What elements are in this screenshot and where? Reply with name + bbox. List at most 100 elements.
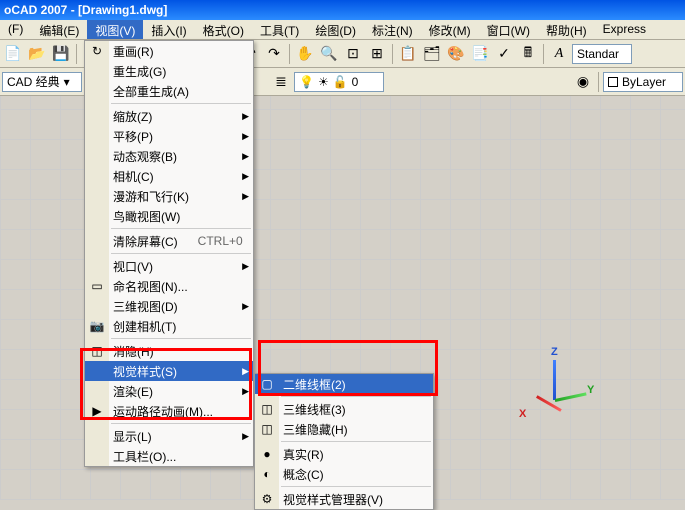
view-menu-item-13[interactable]: 视口(V) ▶ — [85, 256, 253, 276]
menu-N[interactable]: 标注(N) — [364, 20, 421, 39]
view-menu-label-4: 缩放(Z) — [113, 108, 152, 125]
view-menu-item-7[interactable]: 相机(C) ▶ — [85, 166, 253, 186]
view-menu-label-24: 工具栏(O)... — [113, 448, 176, 465]
calc-icon[interactable]: 🖩 — [517, 43, 539, 65]
zoom-prev-icon[interactable]: ⊞ — [366, 43, 388, 65]
view-menu-label-0: 重画(R) — [113, 43, 154, 60]
vstyle-menu-item-2[interactable]: ◫三维线框(3) — [255, 399, 433, 419]
ucs-y-label: Y — [587, 384, 594, 396]
view-menu-sep — [111, 338, 251, 339]
view-menu-label-13: 视口(V) — [113, 258, 153, 275]
vstyle-menu-sep — [281, 441, 431, 442]
vstyle-menu-icon-2: ◫ — [258, 402, 276, 416]
view-menu-item-4[interactable]: 缩放(Z) ▶ — [85, 106, 253, 126]
tool-palette-icon[interactable]: 🎨 — [445, 43, 467, 65]
view-menu-item-8[interactable]: 漫游和飞行(K)▶ — [85, 186, 253, 206]
view-menu-item-21[interactable]: ▶运动路径动画(M)... — [85, 401, 253, 421]
submenu-arrow-icon: ▶ — [242, 431, 249, 442]
vstyle-menu-item-0[interactable]: ▢二维线框(2) — [255, 374, 433, 394]
submenu-arrow-icon: ▶ — [242, 261, 249, 272]
vstyle-menu-icon-0: ▢ — [258, 377, 276, 391]
view-menu-label-2: 全部重生成(A) — [113, 83, 189, 100]
submenu-arrow-icon: ▶ — [242, 171, 249, 182]
view-menu-item-18[interactable]: ◫消隐(H) — [85, 341, 253, 361]
markup-icon[interactable]: ✓ — [493, 43, 515, 65]
menu-V[interactable]: 视图(V) — [87, 20, 143, 39]
new-icon[interactable]: 📄 — [2, 43, 24, 65]
view-menu-icon-0: ↻ — [88, 44, 106, 58]
menu-T[interactable]: 工具(T) — [252, 20, 307, 39]
view-menu-item-14[interactable]: ▭命名视图(N)... — [85, 276, 253, 296]
color-swatch-icon — [608, 77, 618, 87]
workspace-combo[interactable]: CAD 经典▾ — [2, 72, 82, 92]
vstyle-menu-sep — [281, 486, 431, 487]
sheet-set-icon[interactable]: 📑 — [469, 43, 491, 65]
submenu-arrow-icon: ▶ — [242, 151, 249, 162]
zoom-icon[interactable]: 🔍 — [318, 43, 340, 65]
view-menu-item-9[interactable]: 鸟瞰视图(W) — [85, 206, 253, 226]
menu-D[interactable]: 绘图(D) — [307, 20, 364, 39]
view-menu-item-24[interactable]: 工具栏(O)... — [85, 446, 253, 466]
menu-F[interactable]: (F) — [0, 20, 31, 39]
vstyle-menu-item-5[interactable]: ● 真实(R) — [255, 444, 433, 464]
menu-I[interactable]: 插入(I) — [143, 20, 194, 39]
lightbulb-icon: 💡 — [299, 75, 314, 89]
view-menu-item-6[interactable]: 动态观察(B)▶ — [85, 146, 253, 166]
vstyle-menu-label-8: 视觉样式管理器(V) — [283, 491, 383, 508]
view-menu-item-5[interactable]: 平移(P)▶ — [85, 126, 253, 146]
menu-Express[interactable]: Express — [595, 20, 654, 39]
vstyle-menu-sep — [281, 396, 431, 397]
ucs-icon: Z Y X — [525, 360, 585, 420]
submenu-arrow-icon: ▶ — [242, 111, 249, 122]
submenu-arrow-icon: ▶ — [242, 191, 249, 202]
title-bar: oCAD 2007 - [Drawing1.dwg] — [0, 0, 685, 20]
view-menu-label-5: 平移(P) — [113, 128, 153, 145]
view-menu-label-16: 创建相机(T) — [113, 318, 176, 335]
textstyle-combo[interactable]: Standar — [572, 44, 632, 64]
color-value: ByLayer — [622, 75, 666, 89]
redo-icon[interactable]: ↷ — [263, 43, 285, 65]
textstyle-value: Standar — [577, 47, 619, 61]
vstyle-menu-item-3[interactable]: ◫三维隐藏(H) — [255, 419, 433, 439]
view-menu-label-7: 相机(C) — [113, 168, 154, 185]
view-menu-dropdown: ↻重画(R)重生成(G)全部重生成(A)缩放(Z)▶平移(P)▶动态观察(B)▶… — [84, 40, 254, 467]
menu-O[interactable]: 格式(O) — [195, 20, 252, 39]
view-menu-item-11[interactable]: 清除屏幕(C)CTRL+0 — [85, 231, 253, 251]
save-icon[interactable]: 💾 — [50, 43, 72, 65]
view-menu-item-16[interactable]: 📷创建相机(T) — [85, 316, 253, 336]
vstyle-menu-icon-8: ⚙ — [258, 492, 276, 506]
vstyle-menu-icon-5: ● — [258, 447, 276, 461]
view-menu-item-15[interactable]: 三维视图(D)▶ — [85, 296, 253, 316]
view-menu-item-2[interactable]: 全部重生成(A) — [85, 81, 253, 101]
menu-M[interactable]: 修改(M) — [421, 20, 479, 39]
vstyle-menu-item-8[interactable]: ⚙ 视觉样式管理器(V) — [255, 489, 433, 509]
props-icon[interactable]: 📋 — [397, 43, 419, 65]
view-menu-item-0[interactable]: ↻ 重画(R) — [85, 41, 253, 61]
view-menu-label-14: 命名视图(N)... — [113, 278, 188, 295]
menu-H[interactable]: 帮助(H) — [538, 20, 595, 39]
layer-prev-icon[interactable]: ◉ — [572, 71, 594, 93]
open-icon[interactable]: 📂 — [26, 43, 48, 65]
view-menu-shortcut-11: CTRL+0 — [178, 234, 243, 248]
pan-icon[interactable]: ✋ — [294, 43, 316, 65]
view-menu-item-19[interactable]: 视觉样式(S)▶ — [85, 361, 253, 381]
view-menu-label-11: 清除屏幕(C) — [113, 233, 178, 250]
design-center-icon[interactable]: 🗂 — [421, 43, 443, 65]
view-menu-label-15: 三维视图(D) — [113, 298, 178, 315]
view-menu-item-1[interactable]: 重生成(G) — [85, 61, 253, 81]
zoom-window-icon[interactable]: ⊡ — [342, 43, 364, 65]
view-menu-icon-18: ◫ — [88, 344, 106, 358]
view-menu-item-20[interactable]: 渲染(E)▶ — [85, 381, 253, 401]
text-style-icon[interactable]: A — [548, 43, 570, 65]
layer-combo[interactable]: 💡 ☀ 🔓 0 — [294, 72, 384, 92]
menu-E[interactable]: 编辑(E) — [31, 20, 87, 39]
vstyle-menu-label-3: 三维隐藏(H) — [283, 421, 348, 438]
view-menu-item-23[interactable]: 显示(L) ▶ — [85, 426, 253, 446]
vstyle-menu-item-6[interactable]: ◐概念(C) — [255, 464, 433, 484]
color-combo[interactable]: ByLayer — [603, 72, 683, 92]
vstyle-menu-label-5: 真实(R) — [283, 446, 324, 463]
ucs-z-label: Z — [551, 346, 558, 358]
view-menu-label-23: 显示(L) — [113, 428, 152, 445]
menu-W[interactable]: 窗口(W) — [479, 20, 538, 39]
layer-mgr-icon[interactable]: ≣ — [270, 71, 292, 93]
